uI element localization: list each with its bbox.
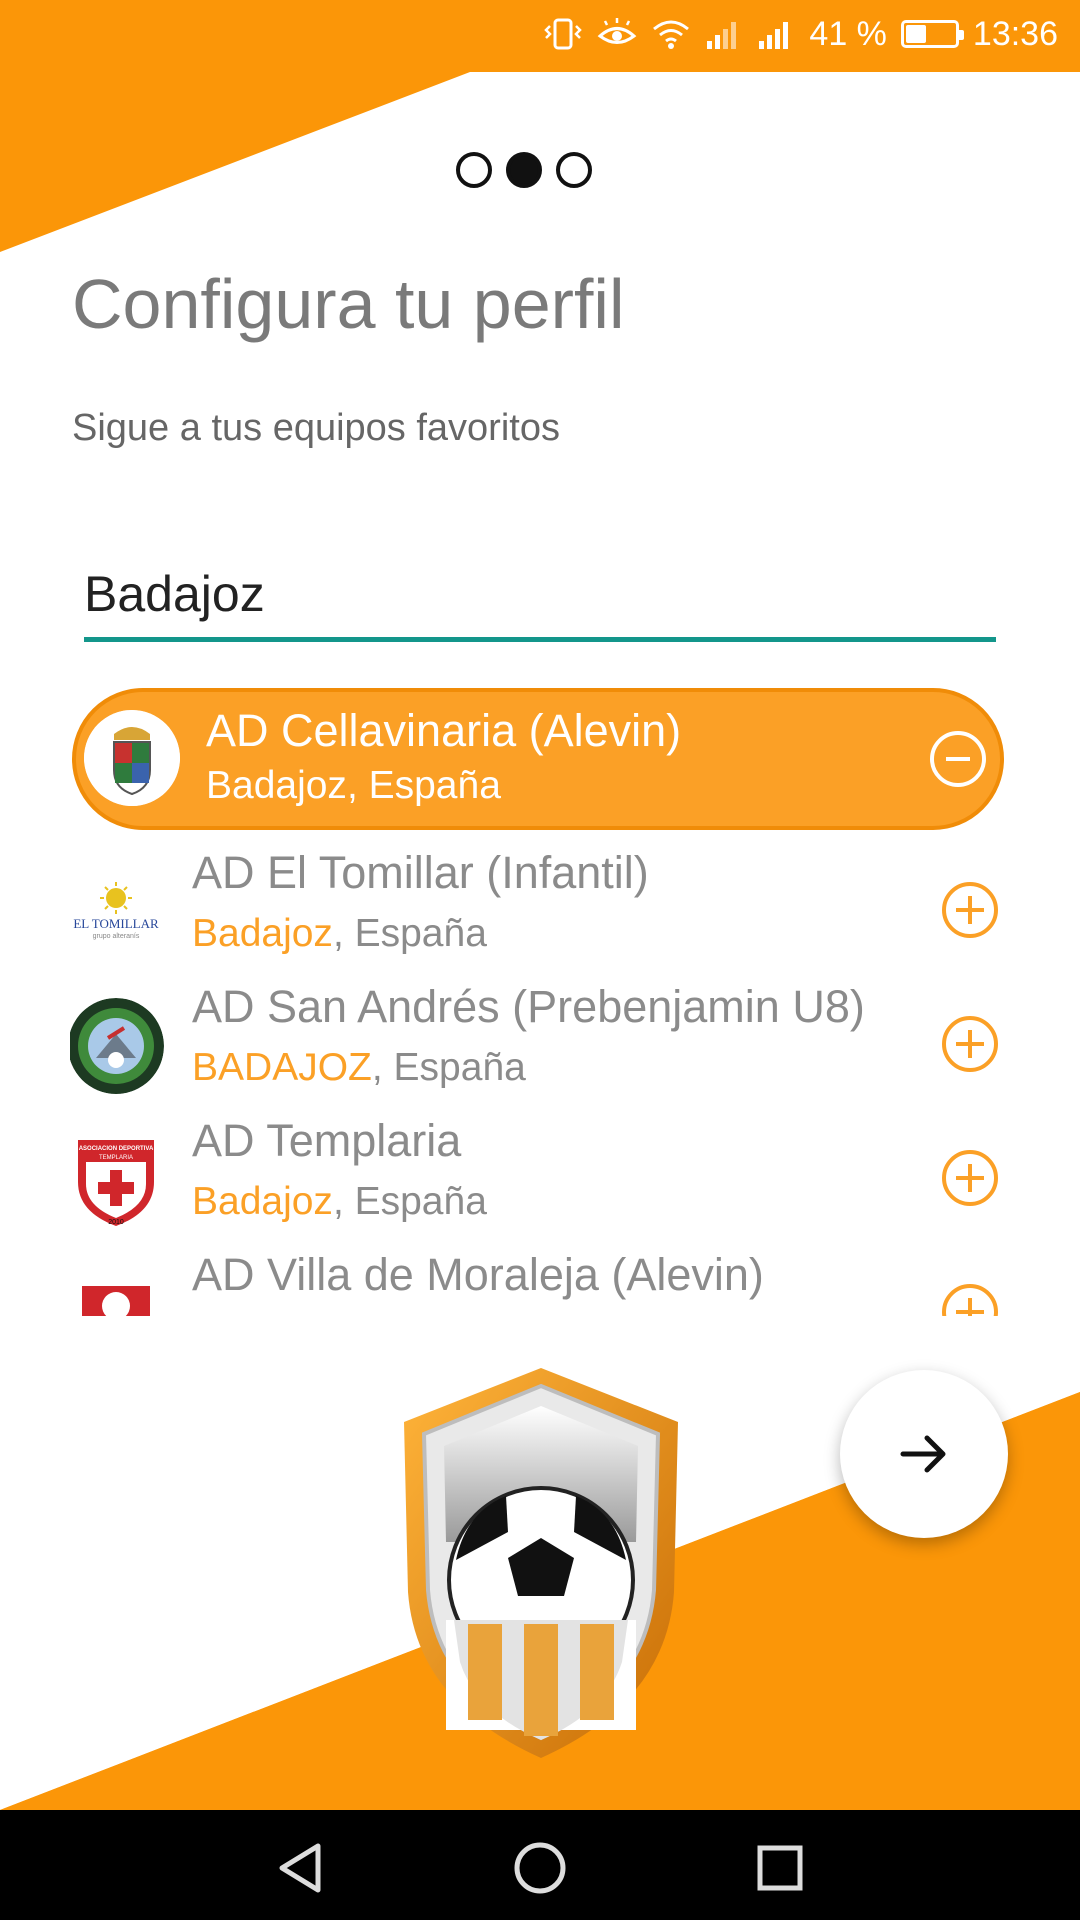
- minus-icon: [946, 757, 970, 761]
- signal-icon: [707, 22, 737, 49]
- home-circle-icon: [514, 1842, 566, 1894]
- page-dot: [506, 152, 542, 188]
- logo-text: ASOCIACION DEPORTIVA: [79, 1146, 154, 1152]
- add-team-button[interactable]: [942, 1150, 998, 1206]
- team-name: AD Templaria: [192, 1115, 462, 1166]
- team-country: , España: [371, 1046, 526, 1089]
- page-title: Configura tu perfil: [72, 265, 625, 343]
- team-city: Badajoz: [192, 912, 333, 955]
- team-name: AD Cellavinaria (Alevin): [206, 705, 682, 756]
- recents-square-icon: [757, 1845, 803, 1891]
- plus-icon: [956, 1030, 984, 1058]
- team-logo: EL TOMILLAR grupo alteranís: [70, 864, 164, 960]
- team-row[interactable]: ASOCIACION DEPORTIVA TEMPLARIA 2010 AD T…: [70, 1114, 1010, 1248]
- team-country: , España: [346, 764, 501, 807]
- navigation-bar: [0, 1810, 1080, 1920]
- page-indicator: [456, 152, 592, 188]
- search-field: [84, 554, 996, 642]
- team-location: Badajoz, España: [206, 762, 501, 810]
- team-name: AD San Andrés (Prebenjamin U8): [192, 981, 865, 1032]
- team-name: AD El Tomillar (Infantil): [192, 847, 649, 898]
- team-country: , España: [332, 1180, 487, 1223]
- home-button[interactable]: [512, 1840, 568, 1896]
- team-row[interactable]: EL TOMILLAR grupo alteranís AD El Tomill…: [70, 846, 1010, 980]
- team-row[interactable]: AD San Andrés (Prebenjamin U8) BADAJOZ, …: [70, 980, 1010, 1114]
- team-logo: [84, 710, 180, 806]
- selected-team-row[interactable]: AD Cellavinaria (Alevin) Badajoz, España: [72, 688, 1004, 830]
- plus-icon: [956, 896, 984, 924]
- plus-icon: [956, 1164, 984, 1192]
- team-row[interactable]: AD Villa de Moraleja (Alevin): [70, 1248, 1010, 1316]
- wifi-icon: [653, 20, 690, 49]
- back-triangle-icon: [279, 1843, 321, 1893]
- clock: 13:36: [972, 15, 1058, 53]
- team-results-list[interactable]: AD Cellavinaria (Alevin) Badajoz, España…: [70, 686, 1010, 1316]
- add-team-button[interactable]: [942, 1284, 998, 1316]
- page-dot: [456, 152, 492, 188]
- team-city: Badajoz: [206, 764, 347, 807]
- add-team-button[interactable]: [942, 882, 998, 938]
- team-location: Badajoz, España: [192, 910, 487, 958]
- eye-comfort-icon: [598, 18, 637, 44]
- plus-icon: [956, 1298, 984, 1316]
- team-logo: [70, 998, 164, 1094]
- next-button[interactable]: [840, 1370, 1008, 1538]
- logo-subtext: grupo alteranís: [93, 933, 140, 940]
- battery-percent: 41 %: [809, 15, 887, 53]
- app-shield-logo: [404, 1368, 678, 1758]
- remove-team-button[interactable]: [930, 731, 986, 787]
- team-location: BADAJOZ, España: [192, 1044, 526, 1092]
- team-city: Badajoz: [192, 1180, 333, 1223]
- battery-icon: [900, 20, 964, 48]
- page-subtitle: Sigue a tus equipos favoritos: [72, 407, 560, 449]
- page-dot: [556, 152, 592, 188]
- logo-subtext: TEMPLARIA: [99, 1155, 133, 1161]
- search-input[interactable]: [84, 554, 996, 634]
- signal-icon-2: [759, 22, 789, 49]
- logo-text: EL TOMILLAR: [73, 916, 159, 931]
- back-button[interactable]: [272, 1840, 328, 1896]
- vibrate-icon: [544, 18, 583, 50]
- add-team-button[interactable]: [942, 1016, 998, 1072]
- status-bar: 41 % 13:36: [0, 0, 1080, 72]
- team-logo: [70, 1266, 164, 1316]
- team-location: Badajoz, España: [192, 1178, 487, 1226]
- logo-year: 2010: [108, 1219, 124, 1226]
- arrow-right-icon: [900, 1435, 946, 1473]
- team-name: AD Villa de Moraleja (Alevin): [192, 1249, 764, 1300]
- team-city: BADAJOZ: [192, 1046, 372, 1089]
- team-country: , España: [332, 912, 487, 955]
- team-logo: ASOCIACION DEPORTIVA TEMPLARIA 2010: [70, 1132, 164, 1228]
- recents-button[interactable]: [752, 1840, 808, 1896]
